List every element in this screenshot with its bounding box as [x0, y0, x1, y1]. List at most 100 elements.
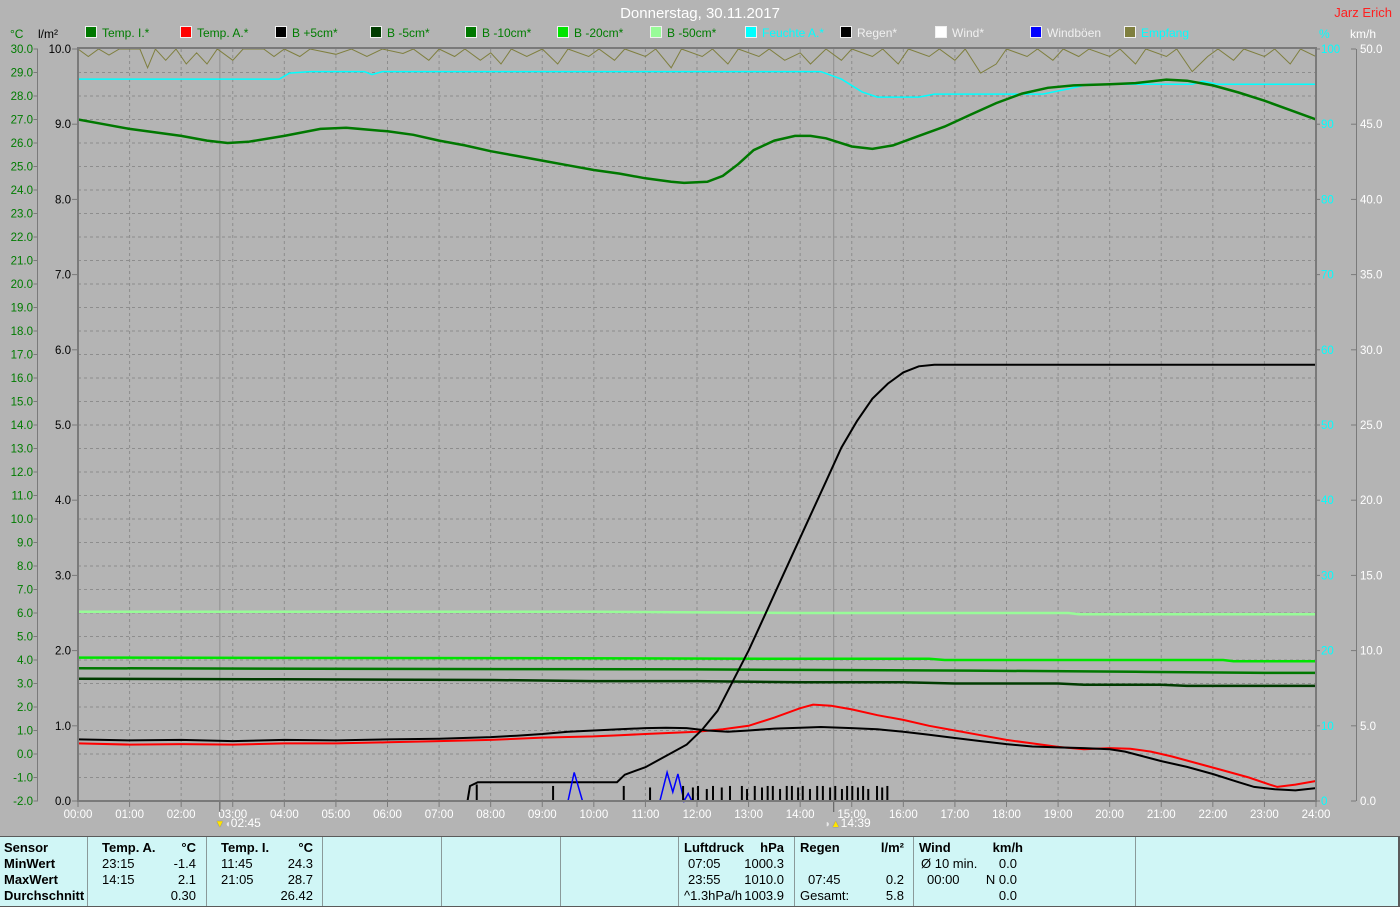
svg-text:5.0: 5.0 — [1360, 721, 1376, 733]
table-column-divider — [560, 837, 561, 906]
svg-text:19:00: 19:00 — [1044, 809, 1073, 821]
min-value: 24.3 — [287, 856, 313, 871]
min-value: -1.4 — [173, 856, 196, 871]
col-name: Wind — [919, 840, 951, 855]
max-time: 00:00 — [927, 872, 960, 887]
svg-text:30: 30 — [1321, 570, 1334, 582]
svg-text:15.0: 15.0 — [11, 397, 33, 409]
svg-text:9.0: 9.0 — [17, 538, 33, 550]
min-value: 1000.3 — [744, 856, 784, 871]
svg-text:8.0: 8.0 — [55, 194, 71, 206]
max-value: 0.2 — [885, 872, 904, 887]
max-time: 23:55 — [688, 872, 721, 887]
series-temp_i-line — [78, 78, 1316, 185]
svg-text:17.0: 17.0 — [11, 350, 33, 362]
svg-text:50: 50 — [1321, 420, 1334, 432]
svg-text:0.0: 0.0 — [17, 749, 33, 761]
svg-text:11.0: 11.0 — [11, 491, 33, 503]
table-col-luftdruck: Luftdruck hPa 07:05 1000.3 23:55 1010.0 ^1.… — [682, 837, 790, 906]
svg-text:3.0: 3.0 — [17, 679, 33, 691]
table-column-divider — [441, 837, 442, 906]
svg-text:10:00: 10:00 — [579, 809, 608, 821]
svg-text:0.0: 0.0 — [1360, 796, 1376, 808]
trend-label: ^1.3hPa/h — [684, 888, 743, 903]
total-label: Gesamt: — [800, 888, 850, 903]
svg-text:1.0: 1.0 — [17, 726, 33, 738]
avg10-label: Ø 10 min. — [921, 856, 978, 871]
chart-gridlines — [78, 49, 1316, 812]
svg-text:09:00: 09:00 — [528, 809, 557, 821]
svg-text:40: 40 — [1321, 495, 1334, 507]
avg-value: 0.30 — [170, 888, 196, 903]
table-column-divider — [322, 837, 323, 906]
svg-text:20:00: 20:00 — [1095, 809, 1124, 821]
svg-text:20.0: 20.0 — [1360, 495, 1382, 507]
col-name: Temp. A. — [102, 840, 156, 855]
table-column-divider — [678, 837, 679, 906]
min-time: 07:05 — [688, 856, 721, 871]
row-label-maxwert: MaxWert — [4, 872, 58, 887]
svg-text:10.0: 10.0 — [1360, 646, 1382, 658]
avg-value: 1003.9 — [744, 888, 784, 903]
svg-text:60: 60 — [1321, 345, 1334, 357]
svg-text:2.0: 2.0 — [55, 646, 71, 658]
max-value: 2.1 — [177, 872, 196, 887]
table-col-temp-a: Temp. A. °C 23:15 -1.4 14:15 2.1 0.30 — [90, 837, 202, 906]
svg-text:5.0: 5.0 — [55, 420, 71, 432]
series-b_minus5-line — [78, 677, 1316, 688]
svg-text:4.0: 4.0 — [17, 655, 33, 667]
svg-text:20.0: 20.0 — [11, 279, 33, 291]
svg-text:7.0: 7.0 — [17, 585, 33, 597]
table-col-wind: Wind km/h Ø 10 min. 0.0 00:00 N 0.0 0.0 — [917, 837, 1025, 906]
max-time: 14:15 — [102, 872, 135, 887]
svg-text:04:00: 04:00 — [270, 809, 299, 821]
svg-text:4.0: 4.0 — [55, 495, 71, 507]
table-header: Sensor — [4, 840, 49, 855]
svg-text:100: 100 — [1321, 44, 1340, 56]
svg-text:9.0: 9.0 — [55, 119, 71, 131]
svg-text:00:00: 00:00 — [64, 809, 93, 821]
svg-text:08:00: 08:00 — [476, 809, 505, 821]
series-b_minus10-line — [78, 666, 1316, 675]
svg-text:1.0: 1.0 — [55, 721, 71, 733]
svg-text:11:00: 11:00 — [631, 809, 659, 821]
svg-text:6.0: 6.0 — [55, 345, 71, 357]
svg-text:01:00: 01:00 — [115, 809, 144, 821]
svg-text:27.0: 27.0 — [11, 115, 33, 127]
svg-text:25.0: 25.0 — [11, 162, 33, 174]
svg-text:7.0: 7.0 — [55, 270, 71, 282]
max-time: 07:45 — [808, 872, 841, 887]
max-value: 1010.0 — [744, 872, 784, 887]
svg-text:30.0: 30.0 — [1360, 345, 1382, 357]
svg-text:18:00: 18:00 — [992, 809, 1021, 821]
svg-text:20: 20 — [1321, 646, 1334, 658]
svg-text:30.0: 30.0 — [11, 44, 33, 56]
table-column-divider — [794, 837, 795, 906]
svg-text:10: 10 — [1321, 721, 1334, 733]
svg-text:8.0: 8.0 — [17, 561, 33, 573]
moonrise-time: 14:39 — [840, 816, 871, 830]
table-col-regen: Regen l/m² 07:45 0.2 Gesamt: 5.8 — [798, 837, 910, 906]
svg-text:0: 0 — [1321, 796, 1327, 808]
svg-text:02:00: 02:00 — [167, 809, 196, 821]
svg-text:3.0: 3.0 — [55, 570, 71, 582]
svg-text:17:00: 17:00 — [941, 809, 970, 821]
svg-text:10.0: 10.0 — [49, 44, 71, 56]
moonset-marker: ▼◖02:45 — [215, 816, 261, 831]
svg-text:50.0: 50.0 — [1360, 44, 1382, 56]
summary-table: Sensor MinWert MaxWert Durchschnitt Temp… — [0, 836, 1400, 907]
avg-value: 0.0 — [998, 888, 1017, 903]
svg-text:13:00: 13:00 — [734, 809, 763, 821]
svg-text:80: 80 — [1321, 194, 1334, 206]
col-unit: km/h — [992, 840, 1023, 855]
col-unit: °C — [298, 840, 313, 855]
table-column-divider — [913, 837, 914, 906]
col-name: Temp. I. — [221, 840, 270, 855]
svg-text:24.0: 24.0 — [11, 185, 33, 197]
svg-text:-2.0: -2.0 — [13, 796, 33, 808]
svg-text:2.0: 2.0 — [17, 702, 33, 714]
total-value: 5.8 — [885, 888, 904, 903]
col-unit: hPa — [760, 840, 784, 855]
chart-plot-area[interactable]: 30.0 29.0 28.0 27.0 26.0 25.0 24.0 23.0 22.0 21.0… — [0, 0, 1400, 836]
svg-text:35.0: 35.0 — [1360, 270, 1382, 282]
